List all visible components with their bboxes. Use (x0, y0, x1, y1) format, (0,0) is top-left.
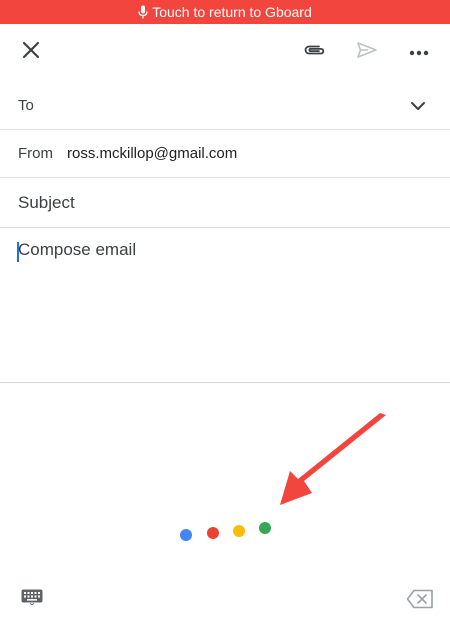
attach-button[interactable] (293, 24, 337, 80)
compose-body[interactable] (0, 228, 450, 382)
banner-text: Touch to return to Gboard (152, 4, 312, 20)
to-label: To (18, 97, 34, 114)
compose-email-input[interactable] (18, 240, 418, 260)
send-button[interactable] (345, 24, 389, 80)
send-icon (356, 41, 378, 64)
google-dot-blue (180, 529, 192, 541)
google-dot-green (259, 522, 271, 534)
microphone-icon (138, 5, 148, 19)
more-horizontal-icon (409, 43, 429, 61)
text-cursor (17, 242, 19, 262)
backspace-icon[interactable] (406, 589, 434, 614)
from-field-row[interactable]: From ross.mckillop@gmail.com (0, 130, 450, 178)
to-field-row[interactable]: To (0, 82, 450, 130)
from-label: From (18, 145, 53, 162)
subject-field-row (0, 178, 450, 228)
keyboard-icon[interactable] (21, 589, 43, 610)
more-options-button[interactable] (397, 24, 441, 80)
from-address: ross.mckillop@gmail.com (67, 145, 238, 162)
close-button[interactable] (9, 24, 53, 80)
subject-input[interactable] (18, 192, 418, 213)
chevron-down-icon[interactable] (410, 99, 426, 117)
compose-toolbar (0, 24, 450, 80)
google-dot-red (207, 527, 219, 539)
close-icon (22, 41, 40, 64)
paperclip-icon (303, 43, 327, 62)
google-dot-yellow (233, 525, 245, 537)
return-to-gboard-banner[interactable]: Touch to return to Gboard (0, 0, 450, 24)
voice-typing-panel (0, 382, 450, 626)
arrow-annotation (280, 413, 386, 505)
